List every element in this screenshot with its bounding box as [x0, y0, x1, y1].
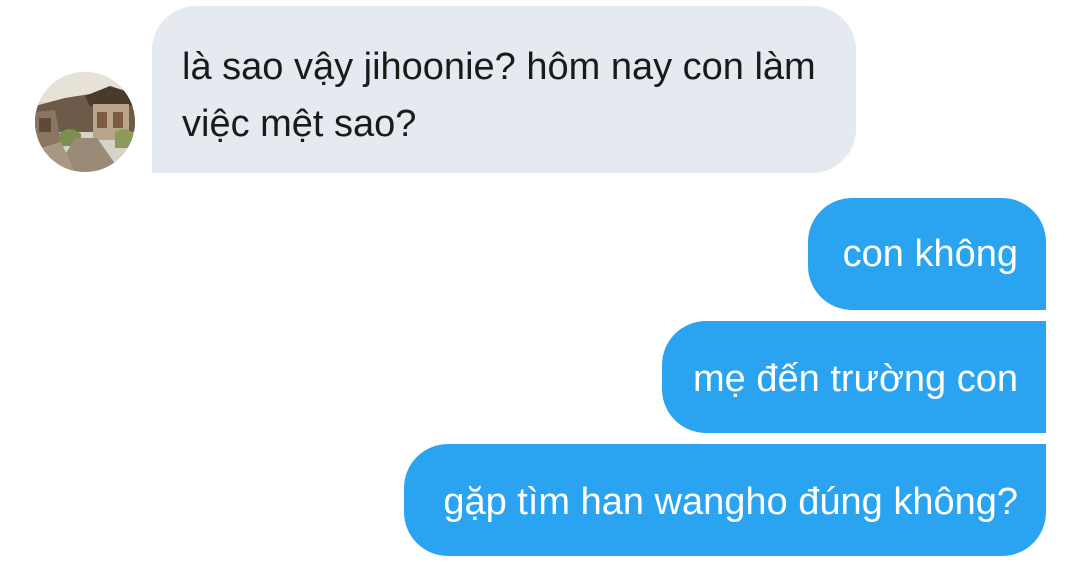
outgoing-message-bubble[interactable]: mẹ đến trường con	[662, 321, 1046, 433]
chat-thread: là sao vậy jihoonie? hôm nay con làm việ…	[0, 0, 1080, 564]
avatar-photo-icon	[35, 72, 135, 172]
message-text: con không	[842, 233, 1018, 275]
message-text-line: là sao vậy jihoonie? hôm nay con làm	[182, 46, 816, 88]
outgoing-message-bubble[interactable]: con không	[808, 198, 1046, 310]
message-text: gặp tìm han wangho đúng không?	[443, 481, 1018, 523]
outgoing-message-bubble[interactable]: gặp tìm han wangho đúng không?	[404, 444, 1046, 556]
message-text: mẹ đến trường con	[693, 358, 1018, 400]
message-text-line: việc mệt sao?	[182, 103, 417, 145]
incoming-message-bubble[interactable]: là sao vậy jihoonie? hôm nay con làm việ…	[152, 6, 856, 173]
sender-avatar[interactable]	[35, 72, 135, 172]
